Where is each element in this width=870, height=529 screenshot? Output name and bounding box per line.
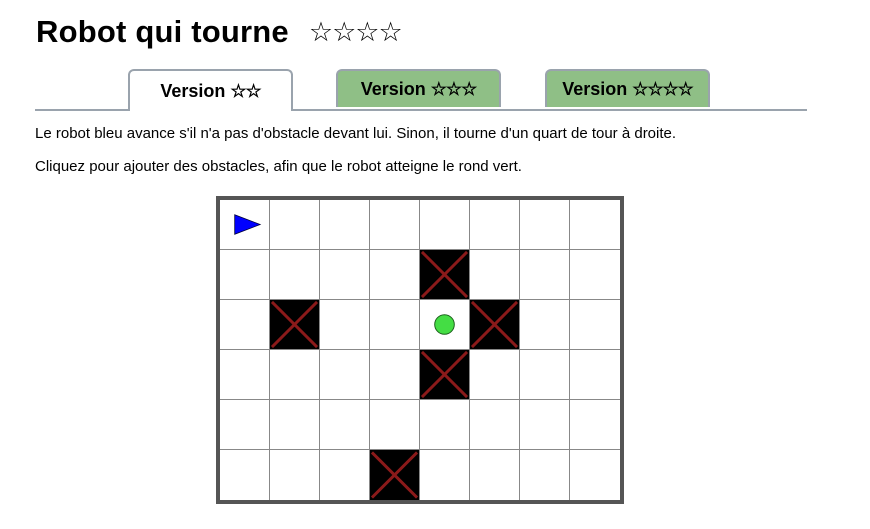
board-cell[interactable] (570, 200, 620, 250)
instruction-text: Cliquez pour ajouter des obstacles, afin… (35, 158, 522, 175)
board-cell[interactable] (570, 250, 620, 300)
robot-triangle-icon (234, 214, 262, 235)
board-cell[interactable] (570, 300, 620, 350)
board-cell[interactable] (520, 450, 570, 500)
board-cell[interactable] (520, 350, 570, 400)
board-cell[interactable] (520, 250, 570, 300)
game-board (216, 196, 624, 504)
board-cell[interactable] (320, 350, 370, 400)
star-icon: ☆☆☆ (430, 78, 477, 99)
obstacle-cell[interactable] (420, 350, 470, 400)
tab-label: Version (562, 78, 628, 99)
board-cell[interactable] (320, 250, 370, 300)
board-cell[interactable] (270, 200, 320, 250)
board-cell[interactable] (520, 300, 570, 350)
tab-version-4-stars[interactable]: Version ☆☆☆☆ (545, 69, 710, 107)
star-icon: ☆☆☆☆ (632, 78, 694, 99)
tab-label: Version (360, 78, 426, 99)
board-cell[interactable] (420, 400, 470, 450)
board-cell[interactable] (370, 350, 420, 400)
board-cell[interactable] (370, 200, 420, 250)
title-row: Robot qui tourne ☆☆☆☆ (36, 14, 403, 50)
board-cell[interactable] (270, 400, 320, 450)
tab-label: Version (160, 80, 226, 101)
green-circle-icon (434, 314, 455, 335)
board-cell[interactable] (220, 250, 270, 300)
board-cell[interactable] (270, 450, 320, 500)
board-cell[interactable] (520, 200, 570, 250)
board-cell[interactable] (220, 200, 270, 250)
cross-icon (420, 250, 469, 299)
board-grid (220, 200, 620, 500)
board-cell[interactable] (470, 350, 520, 400)
board-cell[interactable] (470, 250, 520, 300)
obstacle-cell[interactable] (370, 450, 420, 500)
board-cell[interactable] (470, 450, 520, 500)
board-cell[interactable] (370, 300, 420, 350)
board-cell[interactable] (320, 450, 370, 500)
tab-version-2-stars[interactable]: Version ☆☆ (128, 69, 293, 111)
obstacle-cell[interactable] (420, 250, 470, 300)
board-cell[interactable] (320, 300, 370, 350)
board-cell[interactable] (220, 450, 270, 500)
star-icon: ☆☆ (230, 80, 261, 101)
obstacle-cell[interactable] (470, 300, 520, 350)
board-cell[interactable] (370, 400, 420, 450)
page-title: Robot qui tourne (36, 14, 289, 49)
board-cell[interactable] (220, 400, 270, 450)
instruction-text: Le robot bleu avance s'il n'a pas d'obst… (35, 125, 677, 142)
board-cell[interactable] (370, 250, 420, 300)
board-cell[interactable] (470, 400, 520, 450)
obstacle-cell[interactable] (270, 300, 320, 350)
board-cell[interactable] (320, 200, 370, 250)
board-cell[interactable] (220, 300, 270, 350)
board-cell[interactable] (570, 400, 620, 450)
board-cell[interactable] (270, 250, 320, 300)
board-cell[interactable] (320, 400, 370, 450)
board-cell[interactable] (420, 450, 470, 500)
board-cell[interactable] (470, 200, 520, 250)
cross-icon (470, 300, 519, 349)
difficulty-stars-icon: ☆☆☆☆ (308, 16, 403, 47)
page: Robot qui tourne ☆☆☆☆ Version ☆☆ Version… (0, 0, 870, 529)
board-cell[interactable] (420, 200, 470, 250)
board-cell[interactable] (270, 350, 320, 400)
cross-icon (270, 300, 319, 349)
board-cell[interactable] (520, 400, 570, 450)
board-cell[interactable] (220, 350, 270, 400)
cross-icon (420, 350, 469, 399)
board-cell[interactable] (570, 450, 620, 500)
tab-version-3-stars[interactable]: Version ☆☆☆ (336, 69, 501, 107)
board-cell[interactable] (420, 300, 470, 350)
cross-icon (370, 451, 419, 499)
version-tabs: Version ☆☆ Version ☆☆☆ Version ☆☆☆☆ (35, 69, 807, 111)
board-cell[interactable] (570, 350, 620, 400)
